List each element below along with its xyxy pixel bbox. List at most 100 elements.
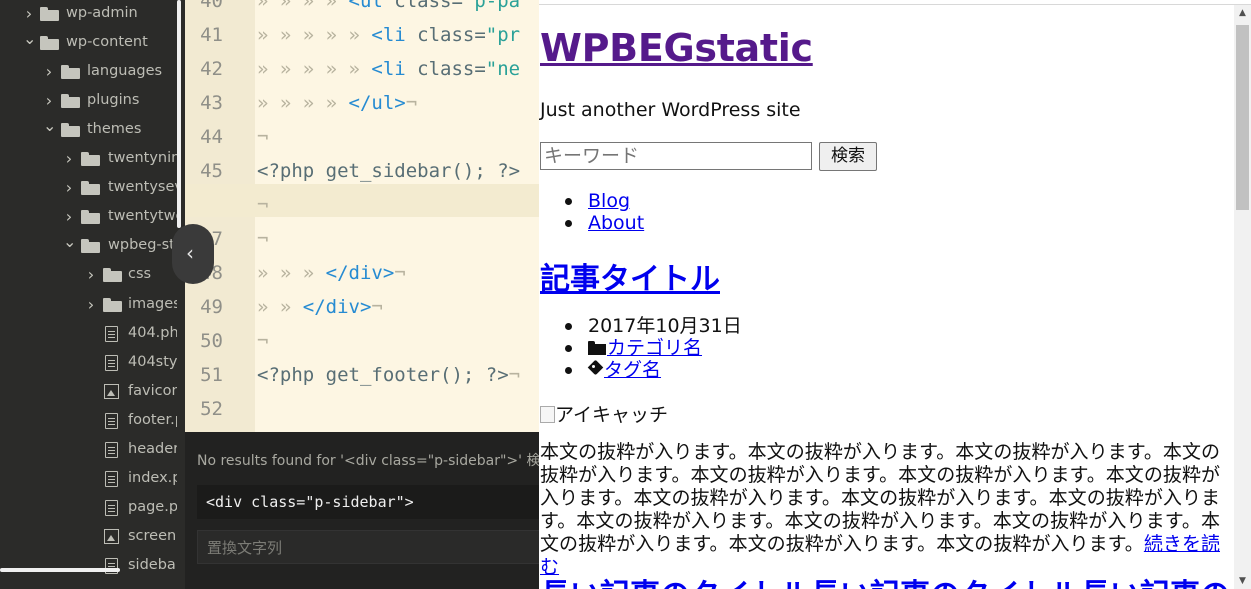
next-post-title-link[interactable]: 長い記事のタイトル長い記事のタイトル長い記事の: [540, 570, 1230, 589]
folder-icon: [588, 341, 606, 355]
chevron-right-icon[interactable]: ›: [43, 57, 55, 86]
code-token: » » » »: [257, 0, 349, 12]
tree-item[interactable]: footer.php: [0, 406, 185, 435]
tree-item-label: twentytwe: [108, 208, 177, 225]
image-file-icon: [104, 383, 119, 399]
tree-item[interactable]: screenshot: [0, 522, 185, 551]
tree-scrollbar[interactable]: [177, 0, 181, 228]
tree-item[interactable]: 404style: [0, 348, 185, 377]
current-line-highlight: [185, 184, 545, 217]
broken-image-icon: [540, 406, 555, 423]
chevron-down-icon[interactable]: ⌄: [63, 227, 76, 256]
tree-item[interactable]: › twentynine: [0, 144, 185, 173]
folder-icon: [61, 65, 80, 80]
tree-item-label: 404style: [128, 353, 177, 370]
replace-input[interactable]: 置換文字列: [197, 530, 545, 564]
search-button[interactable]: 検索: [819, 142, 877, 171]
code-line[interactable]: » » » » » <li class="pr: [257, 18, 520, 52]
tree-item[interactable]: › css: [0, 260, 185, 289]
code-token: ¬: [371, 296, 383, 318]
site-title-link[interactable]: WPBEGstatic: [540, 26, 813, 70]
find-input[interactable]: <div class="p-sidebar">: [197, 485, 545, 519]
tree-item[interactable]: ⌄ themes: [0, 115, 185, 144]
code-token: <li: [371, 58, 418, 80]
tree-item[interactable]: 404.php: [0, 319, 185, 348]
tree-item-label: images: [128, 295, 177, 312]
category-link[interactable]: カテゴリ名: [607, 337, 702, 359]
code-token: class=: [417, 58, 486, 80]
code-line[interactable]: » » » </div>¬: [257, 256, 406, 290]
scroll-down-arrow-icon[interactable]: ▼: [1234, 574, 1251, 588]
tree-horizontal-scrollbar[interactable]: [0, 568, 120, 572]
code-token: ¬: [405, 92, 418, 114]
tree-item-label: wp-admin: [66, 5, 138, 21]
code-token: </div>: [302, 296, 372, 318]
code-line[interactable]: » » </div>¬: [257, 290, 383, 324]
tree-item[interactable]: page.php: [0, 493, 185, 522]
tree-item-label: header: [128, 440, 177, 457]
tree-item-label: languages: [87, 63, 163, 80]
post-date-text: 2017年10月31日: [588, 315, 742, 337]
tree-item[interactable]: index.php: [0, 464, 185, 493]
post-meta-list: 2017年10月31日 カテゴリ名 タグ名: [539, 315, 742, 381]
tree-item[interactable]: › twentyseven: [0, 173, 185, 202]
tree-item[interactable]: sidebar: [0, 551, 185, 580]
preview-scrollbar-thumb[interactable]: [1236, 25, 1249, 210]
post-title-link[interactable]: 記事タイトル: [540, 254, 720, 298]
code-token: » »: [257, 296, 303, 318]
tag-link[interactable]: タグ名: [604, 359, 661, 381]
scroll-up-arrow-icon[interactable]: ▲: [1234, 6, 1251, 20]
nav-link-about[interactable]: About: [588, 212, 644, 234]
code-line[interactable]: » » » » </ul>¬: [257, 86, 417, 120]
global-nav: Blog About: [539, 190, 644, 234]
chevron-down-icon[interactable]: ⌄: [23, 24, 36, 53]
code-token: <ul: [348, 0, 395, 12]
tree-item-label: css: [128, 266, 152, 283]
code-line[interactable]: ¬: [257, 188, 268, 222]
chevron-right-icon[interactable]: ›: [85, 290, 97, 319]
folder-icon: [81, 239, 100, 254]
tree-item[interactable]: header: [0, 435, 185, 464]
tree-item-label: wpbeg-sta: [108, 237, 177, 254]
code-token: » » » »: [257, 92, 349, 114]
line-number: 44: [200, 126, 223, 148]
tree-item[interactable]: favicon: [0, 377, 185, 406]
code-line[interactable]: » » » » <ul class="p-pa: [257, 0, 520, 18]
code-editor[interactable]: 40414243444546474849505152 » » » » <ul c…: [185, 0, 545, 432]
code-line[interactable]: <?php get_sidebar(); ?>: [257, 154, 520, 188]
code-token: </ul>: [348, 92, 406, 114]
chevron-right-icon[interactable]: ›: [85, 260, 97, 289]
tree-item[interactable]: › languages: [0, 57, 185, 86]
search-input[interactable]: キーワード: [540, 142, 812, 170]
folder-icon: [81, 152, 100, 167]
tree-item[interactable]: › plugins: [0, 86, 185, 115]
tree-item-label: twentyseven: [108, 179, 177, 196]
line-number: 42: [200, 58, 223, 80]
tree-item[interactable]: ⌄ wpbeg-sta: [0, 231, 185, 260]
excerpt-text: 本文の抜粋が入ります。本文の抜粋が入ります。本文の抜粋が入ります。本文の抜粋が入…: [540, 441, 1220, 555]
line-number: 49: [200, 296, 223, 318]
tree-item[interactable]: › twentytwe: [0, 202, 185, 231]
browser-preview: WPBEGstatic Just another WordPress site …: [539, 0, 1251, 589]
collapse-sidebar-button[interactable]: ‹: [172, 224, 214, 284]
tree-item-label: favicon: [128, 382, 177, 399]
tree-item[interactable]: ⌄ wp-content: [0, 28, 185, 57]
chevron-right-icon[interactable]: ›: [63, 173, 75, 202]
site-tagline: Just another WordPress site: [540, 99, 801, 121]
file-icon: [105, 325, 118, 342]
chevron-right-icon[interactable]: ›: [63, 144, 75, 173]
tree-item[interactable]: › images: [0, 290, 185, 319]
code-line[interactable]: ¬: [257, 120, 268, 154]
code-line[interactable]: <?php get_footer(); ?>¬: [257, 358, 520, 392]
chevron-left-icon: ‹: [186, 241, 194, 265]
chevron-down-icon[interactable]: ⌄: [43, 111, 56, 140]
code-token: ¬: [394, 262, 406, 284]
code-token: "ne: [485, 58, 521, 80]
code-line[interactable]: ¬: [257, 324, 268, 358]
post-excerpt: 本文の抜粋が入ります。本文の抜粋が入ります。本文の抜粋が入ります。本文の抜粋が入…: [540, 441, 1220, 579]
nav-link-blog[interactable]: Blog: [588, 190, 630, 212]
find-replace-panel: No results found for '<div class="p-side…: [185, 432, 545, 589]
code-line[interactable]: ¬: [257, 222, 268, 256]
code-line[interactable]: » » » » » <li class="ne: [257, 52, 520, 86]
code-token: <li: [371, 24, 418, 46]
